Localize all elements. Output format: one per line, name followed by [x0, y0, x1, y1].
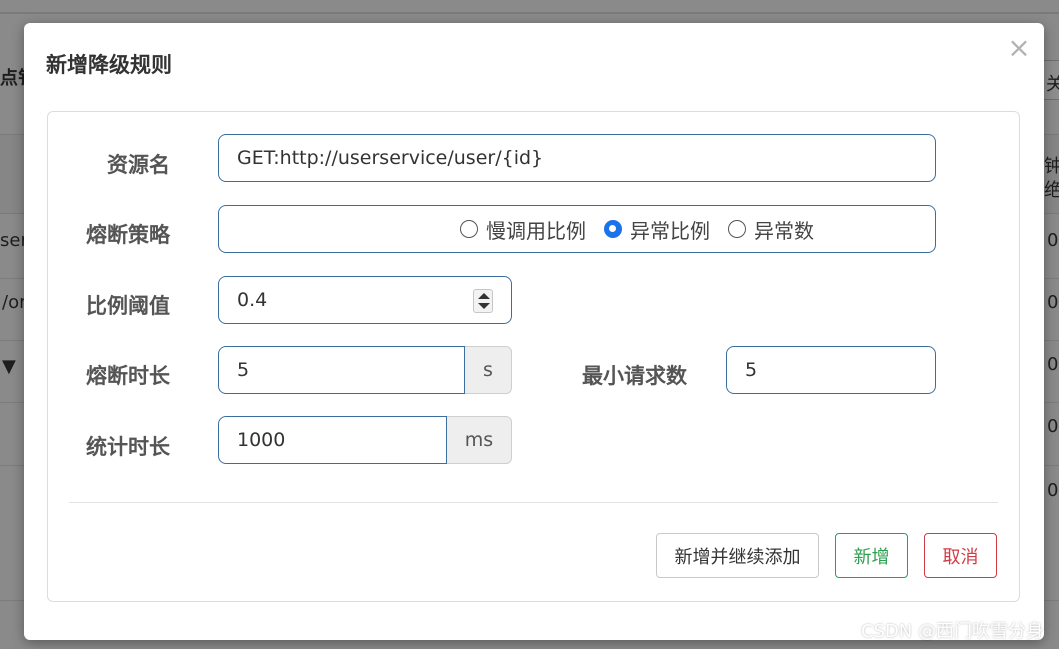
cancel-button[interactable]: 取消	[924, 533, 997, 578]
circuit-strategy-label: 熔断策略	[86, 223, 170, 247]
form-divider	[69, 502, 998, 503]
background-row-value: 0	[1047, 480, 1059, 501]
strategy-option-label: 异常数	[754, 218, 814, 243]
ratio-threshold-label: 比例阈值	[86, 294, 170, 318]
rule-form-panel: 资源名 GET:http://userservice/user/{id} 熔断策…	[47, 111, 1020, 602]
background-row-value: 0	[1047, 230, 1059, 251]
background-header-text: 绝	[1044, 180, 1059, 201]
stat-interval-input[interactable]: 1000	[218, 416, 447, 464]
close-icon[interactable]: ×	[1006, 31, 1032, 65]
add-and-continue-button[interactable]: 新增并继续添加	[656, 533, 819, 578]
background-row-value: 0	[1047, 416, 1059, 437]
circuit-strategy-radio-group: 慢调用比例 异常比例 异常数	[218, 205, 936, 253]
stat-interval-label: 统计时长	[86, 435, 170, 459]
background-divider	[0, 12, 1059, 14]
strategy-option-slow-call-ratio[interactable]: 慢调用比例	[460, 215, 586, 244]
break-duration-unit: s	[465, 346, 512, 394]
break-duration-group: 5 s	[218, 346, 512, 394]
spinner-up-icon[interactable]	[478, 293, 490, 299]
background-row-text: /or	[2, 292, 27, 313]
stat-interval-unit: ms	[447, 416, 512, 464]
strategy-option-error-count[interactable]: 异常数	[728, 215, 814, 244]
add-button[interactable]: 新增	[835, 533, 908, 578]
background-header-text: 钟	[1044, 156, 1059, 177]
watermark-text: CSDN @西门吹雪分身	[860, 621, 1044, 642]
resource-name-input[interactable]: GET:http://userservice/user/{id}	[218, 134, 936, 182]
radio-unchecked-icon[interactable]	[460, 220, 478, 238]
strategy-option-label: 异常比例	[630, 218, 710, 243]
background-row-icon: ▼	[2, 356, 16, 377]
strategy-option-error-ratio[interactable]: 异常比例	[604, 215, 710, 244]
spinner-down-icon[interactable]	[478, 303, 490, 309]
radio-checked-icon[interactable]	[604, 220, 622, 238]
background-row-value: 0	[1047, 292, 1059, 313]
min-requests-input[interactable]: 5	[726, 346, 936, 394]
add-degrade-rule-dialog: 新增降级规则 × 资源名 GET:http://userservice/user…	[24, 23, 1044, 640]
ratio-threshold-input[interactable]: 0.4	[218, 276, 512, 324]
break-duration-label: 熔断时长	[86, 364, 170, 388]
background-text: 关	[1046, 74, 1059, 95]
number-spinner-icon[interactable]	[473, 289, 493, 313]
stat-interval-group: 1000 ms	[218, 416, 512, 464]
min-requests-label: 最小请求数	[582, 364, 687, 388]
break-duration-input[interactable]: 5	[218, 346, 465, 394]
resource-name-label: 资源名	[107, 153, 170, 177]
strategy-option-label: 慢调用比例	[486, 218, 586, 243]
radio-unchecked-icon[interactable]	[728, 220, 746, 238]
dialog-title: 新增降级规则	[46, 53, 172, 77]
background-row-value: 0	[1047, 354, 1059, 375]
ratio-threshold-value: 0.4	[237, 289, 268, 311]
